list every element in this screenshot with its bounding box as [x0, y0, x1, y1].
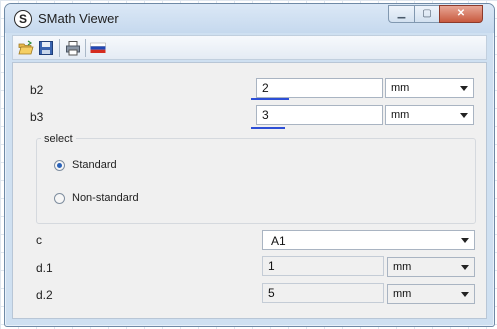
toolbar-separator [85, 39, 86, 57]
d2-unit-value: mm [393, 288, 412, 300]
smath-app-icon: S [14, 10, 32, 28]
app-window: S SMath Viewer ▁ ▢ ✕ b2 2 mm b3 3 mm sel… [4, 3, 495, 327]
b3-unit-select[interactable]: mm [385, 105, 474, 125]
d1-label: d.1 [36, 261, 53, 275]
russian-flag-icon[interactable] [90, 40, 106, 56]
print-icon[interactable] [65, 40, 81, 56]
toolbar-separator [59, 39, 60, 57]
d1-unit-value: mm [393, 261, 412, 273]
b2-unit-select[interactable]: mm [385, 78, 474, 98]
non-standard-radio-label[interactable]: Non-standard [72, 192, 139, 204]
maximize-button[interactable]: ▢ [414, 5, 440, 23]
chevron-down-icon [460, 113, 468, 118]
c-select-value: A1 [271, 234, 286, 248]
chevron-down-icon [461, 265, 469, 270]
standard-radio[interactable] [54, 160, 65, 171]
non-standard-radio[interactable] [54, 193, 65, 204]
b3-edit-underline [251, 127, 285, 129]
chevron-down-icon [460, 86, 468, 91]
b2-unit-value: mm [391, 82, 410, 94]
chevron-down-icon [461, 238, 469, 243]
open-folder-icon[interactable] [18, 40, 34, 56]
chevron-down-icon [461, 292, 469, 297]
form-panel: b2 2 mm b3 3 mm select Standard Non-stan… [12, 62, 487, 319]
b2-label: b2 [30, 83, 44, 97]
d1-unit-select[interactable]: mm [387, 257, 475, 277]
toolbar [12, 35, 487, 60]
b3-input[interactable]: 3 [256, 105, 383, 125]
b2-edit-underline [251, 98, 289, 100]
save-icon[interactable] [38, 40, 54, 56]
c-select[interactable]: A1 [262, 230, 475, 250]
b3-label: b3 [30, 110, 44, 124]
b3-unit-value: mm [391, 109, 410, 121]
d1-output: 1 [262, 256, 384, 276]
d2-label: d.2 [36, 288, 53, 302]
window-title: SMath Viewer [38, 11, 119, 26]
c-label: c [36, 233, 42, 247]
b2-input[interactable]: 2 [256, 78, 383, 98]
minimize-button[interactable]: ▁ [388, 5, 415, 23]
title-bar[interactable]: S SMath Viewer ▁ ▢ ✕ [5, 4, 494, 33]
standard-radio-label[interactable]: Standard [72, 159, 117, 171]
select-groupbox [36, 138, 476, 224]
close-button[interactable]: ✕ [439, 5, 483, 23]
d2-unit-select[interactable]: mm [387, 284, 475, 304]
d2-output: 5 [262, 283, 384, 303]
select-group-title: select [41, 133, 76, 145]
